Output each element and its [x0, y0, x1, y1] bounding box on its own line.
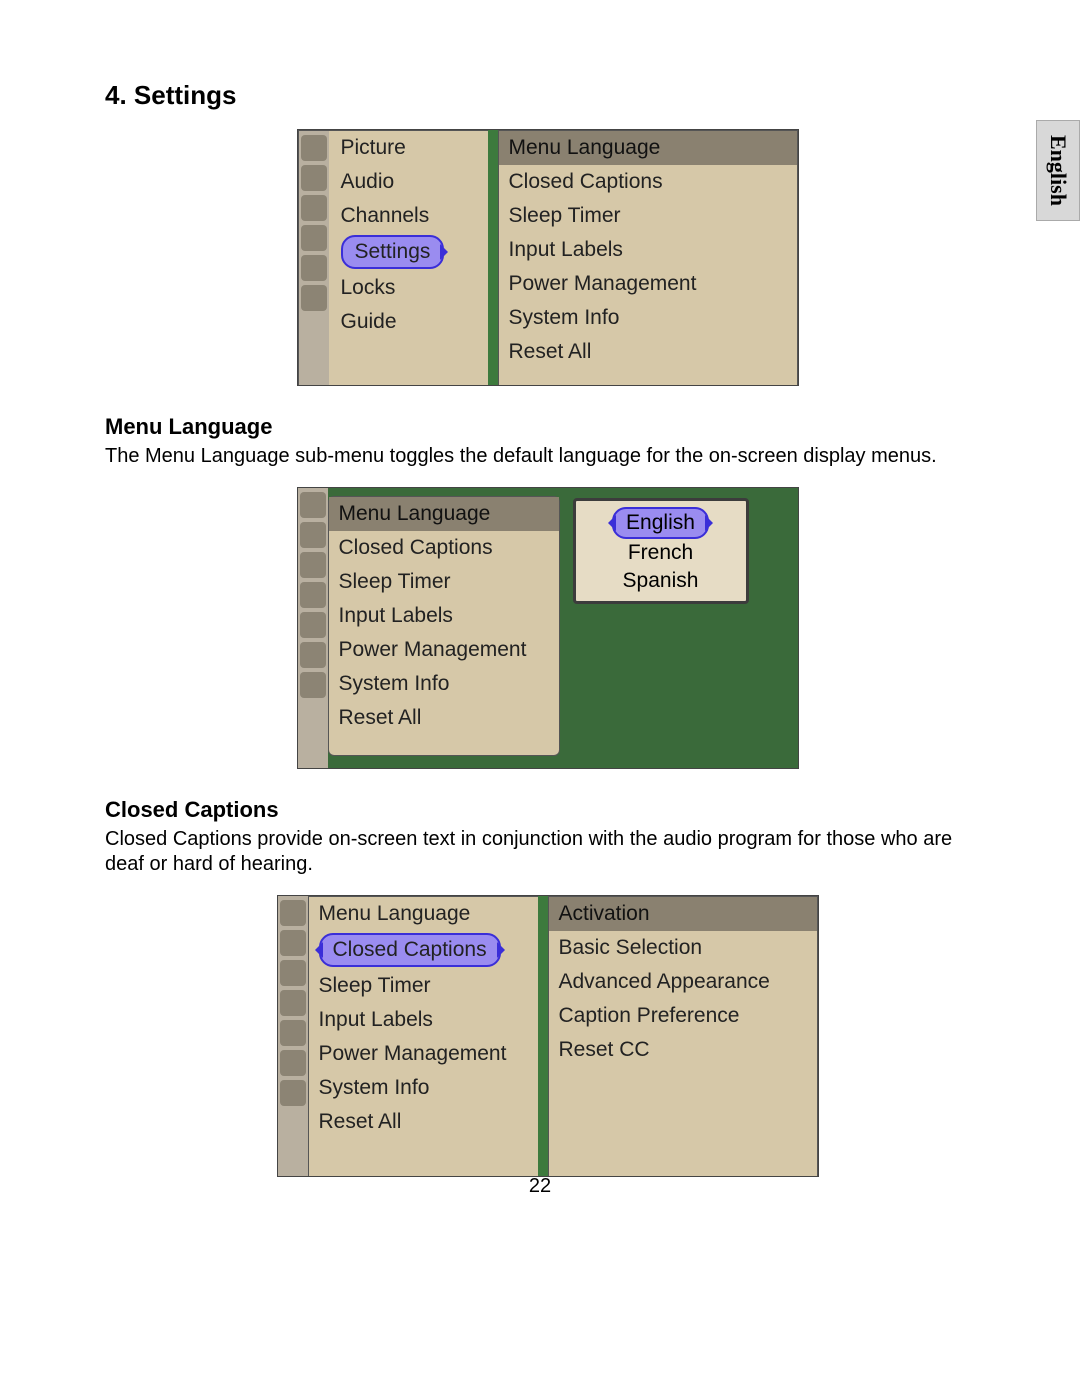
sub-menu-item[interactable]: Sleep Timer — [499, 199, 797, 233]
section-title: 4. Settings — [105, 80, 990, 111]
sub-menu-item-selected[interactable]: Closed Captions — [309, 931, 539, 969]
sub-menu-header: Menu Language — [329, 497, 559, 531]
screenshot-settings-main: Picture Audio Channels Settings Locks Gu… — [297, 129, 799, 386]
language-tab: English — [1036, 120, 1080, 221]
sub-menu-item[interactable]: Sleep Timer — [329, 565, 559, 599]
body-text: Closed Captions provide on-screen text i… — [105, 827, 985, 877]
sub-menu-item[interactable]: Power Management — [329, 633, 559, 667]
language-popup: English French Spanish — [573, 498, 749, 604]
sub-menu-header: Menu Language — [499, 131, 797, 165]
sub-menu-item[interactable]: Input Labels — [329, 599, 559, 633]
sub-menu-item[interactable]: Reset All — [329, 701, 559, 735]
main-menu-item-selected[interactable]: Settings — [331, 233, 489, 271]
language-option[interactable]: French — [576, 539, 746, 567]
right-panel-header: Activation — [549, 897, 817, 931]
main-menu-item[interactable]: Guide — [331, 305, 489, 339]
main-menu-item[interactable]: Channels — [331, 199, 489, 233]
right-panel-item[interactable]: Basic Selection — [549, 931, 817, 965]
sub-menu-item[interactable]: Menu Language — [309, 897, 539, 931]
subsection-title: Menu Language — [105, 414, 990, 440]
sub-menu-item[interactable]: System Info — [309, 1071, 539, 1105]
sub-menu-item[interactable]: System Info — [329, 667, 559, 701]
main-menu-item[interactable]: Locks — [331, 271, 489, 305]
main-menu-item[interactable]: Picture — [331, 131, 489, 165]
sub-menu-item[interactable]: Reset All — [309, 1105, 539, 1139]
sub-menu-item[interactable]: Reset All — [499, 335, 797, 369]
right-panel-item[interactable]: Advanced Appearance — [549, 965, 817, 999]
page-number: 22 — [0, 1175, 1080, 1198]
screenshot-menu-language: Menu Language Closed Captions Sleep Time… — [297, 487, 799, 769]
sub-menu-item[interactable]: Closed Captions — [329, 531, 559, 565]
language-option[interactable]: Spanish — [576, 567, 746, 595]
sub-menu-item[interactable]: Power Management — [499, 267, 797, 301]
sub-menu-item[interactable]: Sleep Timer — [309, 969, 539, 1003]
right-panel-item[interactable]: Reset CC — [549, 1033, 817, 1067]
sub-menu-item[interactable]: System Info — [499, 301, 797, 335]
subsection-title: Closed Captions — [105, 797, 990, 823]
language-option-selected[interactable]: English — [576, 507, 746, 539]
sub-menu-item[interactable]: Closed Captions — [499, 165, 797, 199]
sub-menu-item[interactable]: Input Labels — [309, 1003, 539, 1037]
screenshot-closed-captions: Menu Language Closed Captions Sleep Time… — [277, 895, 819, 1177]
sub-menu-item[interactable]: Input Labels — [499, 233, 797, 267]
right-panel-item[interactable]: Caption Preference — [549, 999, 817, 1033]
main-menu-item[interactable]: Audio — [331, 165, 489, 199]
body-text: The Menu Language sub-menu toggles the d… — [105, 444, 985, 469]
sub-menu-item[interactable]: Power Management — [309, 1037, 539, 1071]
